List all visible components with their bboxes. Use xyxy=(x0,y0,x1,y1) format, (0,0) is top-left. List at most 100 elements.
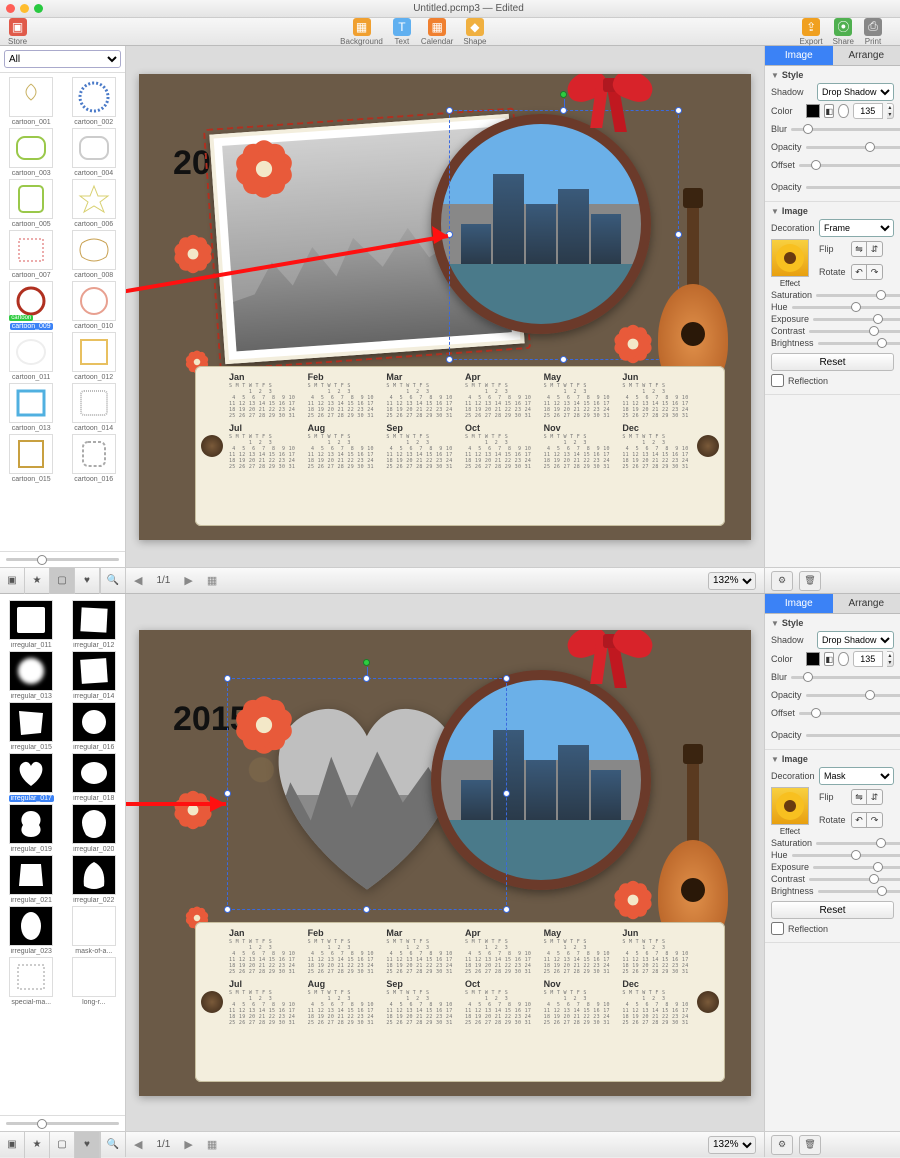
hue-slider[interactable] xyxy=(792,854,900,857)
hue-slider[interactable] xyxy=(792,306,900,309)
blur-slider[interactable] xyxy=(791,676,900,679)
frames-filter-select[interactable]: All xyxy=(4,50,121,68)
tab-favorites-icon[interactable]: ★ xyxy=(25,568,50,594)
share-button[interactable]: ⦿ Share xyxy=(833,18,854,46)
angle-field[interactable] xyxy=(853,651,883,667)
zoom-select[interactable]: 132% xyxy=(708,1136,756,1154)
store-button[interactable]: ▣ Store xyxy=(8,18,27,46)
mask-thumb[interactable]: irregular_020 xyxy=(65,804,124,853)
thumb-size-slider[interactable] xyxy=(6,558,119,561)
frame-thumb[interactable]: cartoon_001 xyxy=(2,77,61,126)
rotate-buttons[interactable]: ↶↷ xyxy=(851,264,883,280)
reset-button[interactable]: Reset xyxy=(771,353,894,371)
tab-photos-icon[interactable]: ▣ xyxy=(0,1132,25,1158)
offset-slider[interactable] xyxy=(799,712,900,715)
frame-thumb[interactable]: cartoon_012 xyxy=(65,332,124,381)
inspector-settings-icon[interactable]: ⚙ xyxy=(771,571,793,591)
shadow-color-swatch[interactable] xyxy=(806,104,821,118)
prev-page-button[interactable]: ◀ xyxy=(134,574,142,587)
frame-thumb[interactable]: cartoon_005 xyxy=(2,179,61,228)
mask-thumb[interactable]: irregular_012 xyxy=(65,600,124,649)
shadow-opacity-slider[interactable] xyxy=(806,146,900,149)
mask-thumb[interactable]: irregular_017 xyxy=(2,753,61,802)
frame-thumb[interactable]: cartoon_004 xyxy=(65,128,124,177)
shape-button[interactable]: ◆ Shape xyxy=(463,18,486,46)
tab-frames-icon[interactable]: ▢ xyxy=(50,568,75,594)
tab-frames-icon[interactable]: ▢ xyxy=(50,1132,75,1158)
mask-thumb[interactable]: long-r... xyxy=(65,957,124,1006)
minimize-window-button[interactable] xyxy=(20,4,29,13)
effect-preview[interactable] xyxy=(771,239,809,277)
tab-masks-icon[interactable]: ♥ xyxy=(75,568,100,594)
offset-slider[interactable] xyxy=(799,164,900,167)
frame-thumb[interactable]: cartoon_007 xyxy=(2,230,61,279)
tab-masks-icon[interactable]: ♥ xyxy=(75,1132,100,1158)
canvas[interactable]: 2015 xyxy=(126,594,764,1131)
frame-thumb[interactable]: cartoon_016 xyxy=(65,434,124,483)
print-button[interactable]: ⎙ Print xyxy=(864,18,882,46)
prev-page-button[interactable]: ◀ xyxy=(134,1138,142,1151)
mask-thumb[interactable]: irregular_019 xyxy=(2,804,61,853)
blur-slider[interactable] xyxy=(791,128,900,131)
color-picker-button[interactable]: ◧ xyxy=(824,652,834,666)
thumb-size-slider[interactable] xyxy=(6,1122,119,1125)
tab-image[interactable]: Image xyxy=(765,594,833,614)
mask-thumb[interactable]: irregular_022 xyxy=(65,855,124,904)
mask-thumb[interactable]: special-ma... xyxy=(2,957,61,1006)
next-page-button[interactable]: ▶ xyxy=(184,1138,192,1151)
inspector-trash-icon[interactable]: 🗑 xyxy=(799,1135,821,1155)
frame-thumb[interactable]: cartoon_008 xyxy=(65,230,124,279)
frame-thumb[interactable]: cartooncartoon_009 xyxy=(2,281,61,330)
exposure-slider[interactable] xyxy=(813,866,900,869)
mask-thumb[interactable]: irregular_015 xyxy=(2,702,61,751)
reset-button[interactable]: Reset xyxy=(771,901,894,919)
tab-arrange[interactable]: Arrange xyxy=(833,594,900,614)
close-window-button[interactable] xyxy=(6,4,15,13)
mask-thumb[interactable]: irregular_014 xyxy=(65,651,124,700)
flip-buttons[interactable]: ⇋⇵ xyxy=(851,789,883,805)
background-button[interactable]: ▦ Background xyxy=(340,18,383,46)
search-icon[interactable]: 🔍 xyxy=(100,568,125,594)
canvas[interactable]: 2015 xyxy=(126,46,764,567)
mask-thumb[interactable]: irregular_013 xyxy=(2,651,61,700)
decoration-select[interactable]: Mask xyxy=(819,767,894,785)
flip-buttons[interactable]: ⇋⇵ xyxy=(851,241,883,257)
shadow-color-swatch[interactable] xyxy=(806,652,821,666)
frame-thumb[interactable]: cartoon_010 xyxy=(65,281,124,330)
angle-dial[interactable] xyxy=(838,104,848,118)
tab-favorites-icon[interactable]: ★ xyxy=(25,1132,50,1158)
reflection-checkbox[interactable] xyxy=(771,922,784,935)
frame-thumb[interactable]: cartoon_015 xyxy=(2,434,61,483)
text-button[interactable]: T Text xyxy=(393,18,411,46)
frame-thumb[interactable]: cartoon_011 xyxy=(2,332,61,381)
calendar-button[interactable]: ▦ Calendar xyxy=(421,18,453,46)
photo-circle[interactable] xyxy=(431,114,651,334)
tab-image[interactable]: Image xyxy=(765,46,833,66)
mask-thumb[interactable]: irregular_018 xyxy=(65,753,124,802)
search-icon[interactable]: 🔍 xyxy=(100,1132,125,1158)
mask-thumb[interactable]: irregular_011 xyxy=(2,600,61,649)
frame-thumb[interactable]: cartoon_003 xyxy=(2,128,61,177)
contrast-slider[interactable] xyxy=(809,878,900,881)
reflection-checkbox[interactable] xyxy=(771,374,784,387)
frame-thumb[interactable]: cartoon_013 xyxy=(2,383,61,432)
zoom-select[interactable]: 132% xyxy=(708,572,756,590)
inspector-trash-icon[interactable]: 🗑 xyxy=(799,571,821,591)
angle-stepper[interactable]: ▴▾ xyxy=(887,103,894,119)
contrast-slider[interactable] xyxy=(809,330,900,333)
angle-field[interactable] xyxy=(853,103,883,119)
pages-grid-icon[interactable]: ▦ xyxy=(207,574,217,587)
frame-thumb[interactable]: cartoon_014 xyxy=(65,383,124,432)
shadow-select[interactable]: Drop Shadow xyxy=(817,83,894,101)
opacity-slider[interactable] xyxy=(806,186,900,189)
next-page-button[interactable]: ▶ xyxy=(184,574,192,587)
angle-dial[interactable] xyxy=(838,652,848,666)
inspector-settings-icon[interactable]: ⚙ xyxy=(771,1135,793,1155)
pages-grid-icon[interactable]: ▦ xyxy=(207,1138,217,1151)
saturation-slider[interactable] xyxy=(816,842,900,845)
exposure-slider[interactable] xyxy=(813,318,900,321)
effect-preview[interactable] xyxy=(771,787,809,825)
opacity-slider[interactable] xyxy=(806,734,900,737)
color-picker-button[interactable]: ◧ xyxy=(824,104,834,118)
saturation-slider[interactable] xyxy=(816,294,900,297)
